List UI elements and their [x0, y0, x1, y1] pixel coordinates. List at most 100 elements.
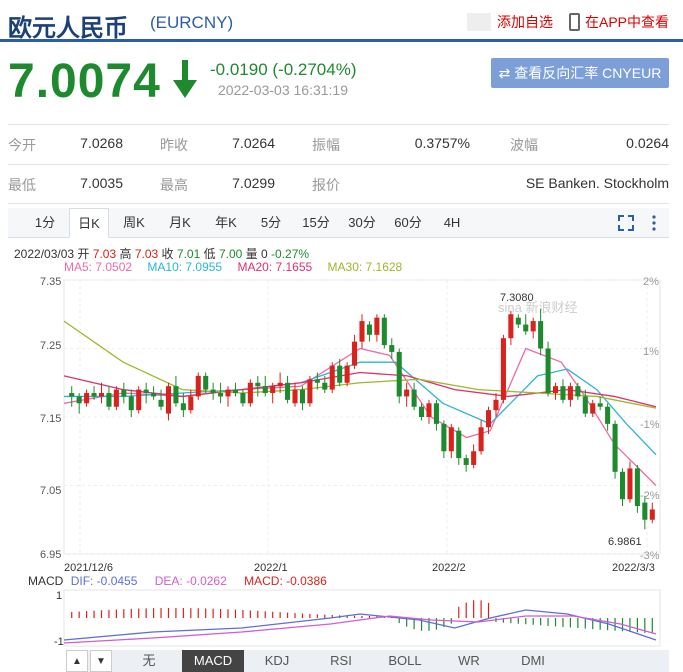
ohlc-pct: -0.27%: [271, 247, 310, 261]
macd-lines: [63, 609, 657, 644]
macd-dif: DIF: -0.0455: [70, 574, 138, 588]
ma-lines: [63, 320, 657, 486]
candle-body: [478, 427, 484, 452]
y-tick-label: 7.05: [40, 485, 61, 497]
macd-bars: [71, 600, 653, 634]
view-in-app-link[interactable]: 在APP中查看: [585, 12, 669, 32]
candle-body: [545, 348, 551, 394]
candle-body: [426, 403, 432, 417]
candle-body: [493, 399, 499, 411]
candle-body: [307, 379, 313, 404]
candle-body: [404, 389, 410, 397]
tab-daily[interactable]: 日K: [69, 208, 109, 238]
tab-wr[interactable]: WR: [438, 650, 500, 672]
low-annotation: 6.9861: [608, 536, 642, 548]
candle-body: [389, 345, 395, 352]
candle-body: [456, 430, 462, 459]
candle-body: [292, 389, 298, 404]
tab-1min[interactable]: 1分: [26, 208, 64, 238]
stat-label: 今开: [8, 137, 36, 153]
chart-axes: 7.35 7.25 7.15 7.05 6.95 2% 1% -1% -2% -…: [40, 276, 660, 572]
candle-body: [508, 314, 514, 339]
candle-body: [642, 502, 648, 520]
tab-kdj[interactable]: KDJ: [246, 650, 308, 672]
tab-4h[interactable]: 4H: [434, 208, 470, 238]
candle-body: [374, 317, 380, 335]
more-menu-icon[interactable]: [645, 214, 663, 232]
quote-timestamp: 2022-03-03 16:31:19: [218, 82, 348, 98]
swap-icon: ⇄: [498, 65, 515, 81]
stat-value: 0.3757%: [414, 135, 470, 151]
candle-body: [590, 403, 596, 414]
y-tick-label: 7.25: [40, 340, 61, 352]
candle-body: [649, 509, 655, 520]
page-title: 欧元人民币: [8, 15, 128, 42]
ohlc-close: 7.01: [176, 247, 201, 261]
tab-yearly[interactable]: 年K: [207, 208, 245, 238]
tab-macd[interactable]: MACD: [182, 650, 244, 672]
scroll-up-button[interactable]: ▲: [66, 650, 88, 672]
candle-body: [314, 379, 320, 383]
candle-body: [113, 389, 119, 407]
macd-y-tick: -1: [54, 636, 64, 648]
ohlc-high-label: 高: [119, 247, 132, 261]
ohlc-open-label: 开: [77, 247, 90, 261]
ohlc-date: 2022/03/03: [14, 247, 75, 261]
y-tick-label: 7.35: [40, 276, 61, 288]
pct-tick-label: -3%: [640, 550, 660, 562]
tab-none[interactable]: 无: [118, 650, 180, 672]
dea-line: [63, 615, 657, 644]
add-watchlist-link[interactable]: 添加自选: [497, 12, 553, 32]
candle-body: [121, 389, 127, 397]
tab-5min[interactable]: 5分: [253, 208, 289, 238]
candle-body: [76, 396, 82, 404]
stat-label: 报价: [312, 177, 340, 193]
candle-body: [560, 386, 566, 400]
tab-dmi[interactable]: DMI: [502, 650, 564, 672]
stat-value: 7.0035: [80, 175, 123, 191]
candle-body: [530, 321, 536, 332]
candle-body: [612, 423, 618, 472]
ohlc-low-label: 低: [203, 247, 216, 261]
scroll-down-button[interactable]: ▼: [90, 650, 112, 672]
ohlc-high: 7.03: [134, 247, 159, 261]
candle-body: [448, 427, 454, 452]
tab-weekly[interactable]: 周K: [115, 208, 153, 238]
tab-rsi[interactable]: RSI: [310, 650, 372, 672]
candle-body: [515, 317, 521, 325]
macd-y-tick: 1: [56, 590, 62, 602]
tab-15min[interactable]: 15分: [296, 208, 336, 238]
stats-row: 最低 7.0035 最高 7.0299 报价 SE Banken. Stockh…: [8, 164, 669, 204]
candle-body: [486, 410, 492, 428]
candle-body: [500, 338, 506, 400]
candle-body: [463, 458, 469, 465]
macd-dea: DEA: -0.0262: [154, 574, 227, 588]
candle-body: [225, 389, 231, 397]
tab-60min[interactable]: 60分: [388, 208, 428, 238]
candle-body: [337, 365, 343, 383]
tab-monthly[interactable]: 月K: [161, 208, 199, 238]
candlestick-chart[interactable]: sina 新浪财经 7.35 7.25 7.15 7.05 6.95 2% 1%…: [0, 272, 683, 572]
macd-chart[interactable]: 1 -1: [0, 588, 683, 648]
candle-body: [433, 403, 439, 424]
tab-30min[interactable]: 30分: [342, 208, 382, 238]
pct-tick-label: -1%: [640, 419, 660, 431]
candle-body: [381, 317, 387, 346]
stat-value: 7.0264: [232, 135, 275, 151]
fullscreen-icon[interactable]: [617, 214, 635, 232]
macd-legend: MACD DIF: -0.0455 DEA: -0.0262 MACD: -0.…: [28, 574, 341, 588]
candle-body: [329, 365, 335, 390]
candle-body: [299, 389, 305, 404]
ohlc-vol: 0: [261, 247, 268, 261]
tab-boll[interactable]: BOLL: [374, 650, 436, 672]
dif-line: [63, 609, 657, 641]
reverse-rate-button[interactable]: ⇄ 查看反向汇率 CNYEUR: [491, 58, 669, 88]
candles: [69, 308, 655, 530]
candle-body: [151, 393, 157, 397]
candle-body: [255, 382, 261, 387]
candle-body: [352, 341, 358, 366]
candle-body: [143, 389, 149, 394]
candle-body: [322, 382, 328, 390]
stat-label: 最高: [160, 177, 188, 193]
pct-tick-label: 2%: [643, 276, 659, 288]
